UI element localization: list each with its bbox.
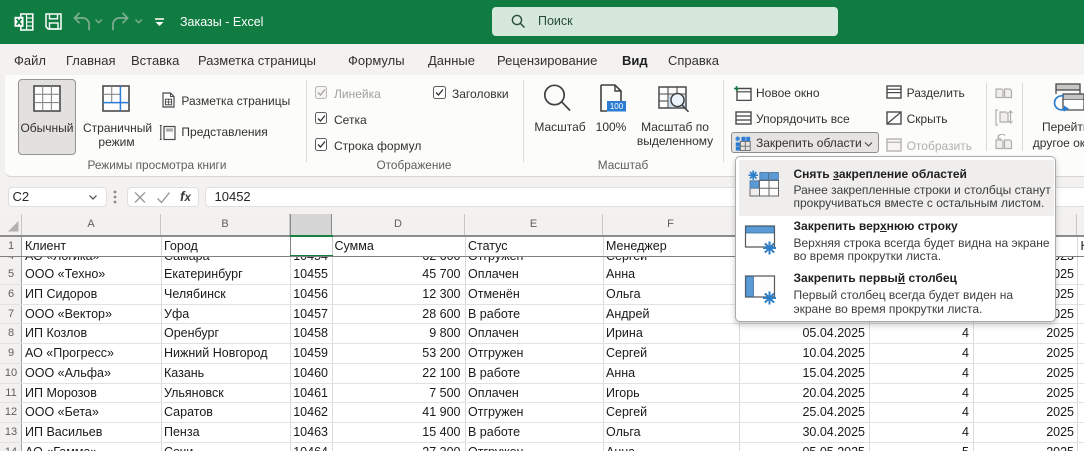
svg-text:100: 100 — [610, 102, 624, 111]
